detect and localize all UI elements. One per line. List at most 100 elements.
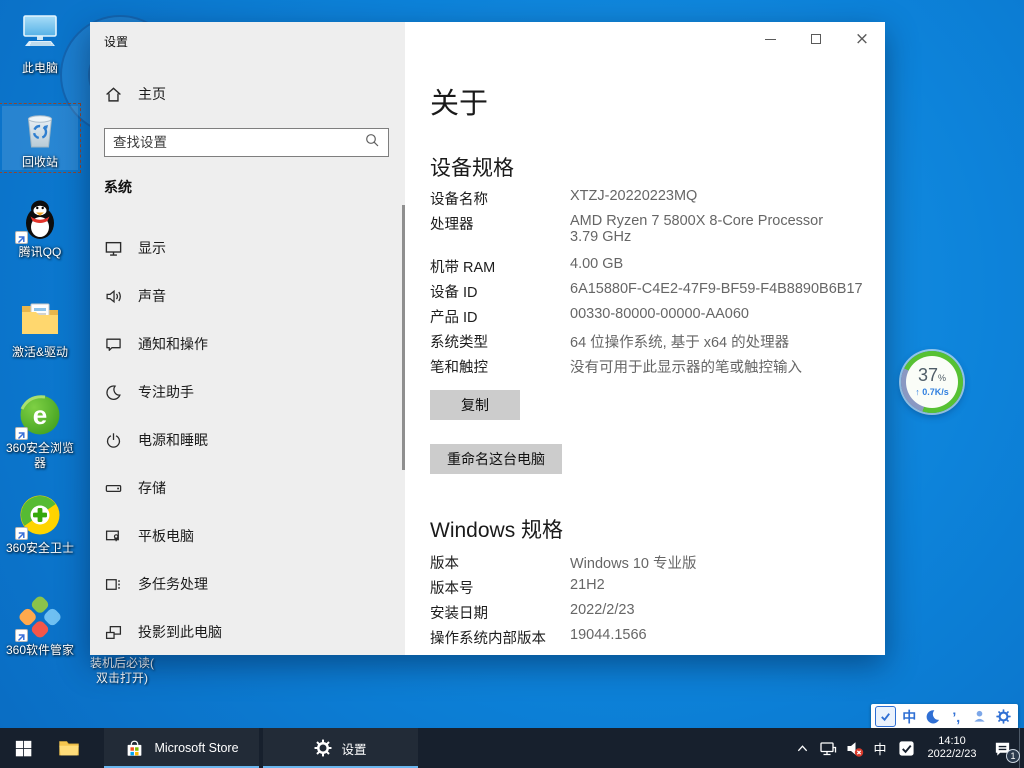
taskbar-store-label: Microsoft Store [154,741,238,755]
desktop-icon-360-browser[interactable]: e 360安全浏览器 [2,392,78,471]
folder-icon [17,296,63,342]
sidebar-item-label: 专注助手 [138,382,194,402]
sidebar-item-multitasking[interactable]: 多任务处理 [90,560,402,608]
taskbar: Microsoft Store 设置 [0,728,1024,768]
spec-label: 处理器 [430,213,570,245]
this-pc-icon [17,12,63,58]
sidebar-item-label: 显示 [138,238,166,258]
sidebar-item-power-sleep[interactable]: 电源和睡眠 [90,416,402,464]
ime-chinese-mode[interactable]: 中 [899,706,920,727]
spec-label: 版本 [430,552,570,573]
action-center-button[interactable]: 1 [985,728,1019,768]
windows-logo-icon [15,740,32,757]
minimize-button[interactable] [747,22,793,56]
spec-value: 19044.1566 [570,627,647,648]
settings-gear-icon [314,739,332,757]
sidebar-item-storage[interactable]: 存储 [90,464,402,512]
tray-volume-muted-icon[interactable] [841,728,867,768]
taskbar-settings-button[interactable]: 设置 [263,728,418,768]
ime-moon-icon[interactable] [922,706,943,727]
search-box[interactable] [104,128,389,157]
spec-label: 产品 ID [430,306,570,327]
maximize-button[interactable] [793,22,839,56]
search-input[interactable] [105,135,365,150]
close-button[interactable]: × [839,22,885,56]
spec-value: Windows 10 专业版 [570,552,697,573]
start-button[interactable] [0,728,46,768]
spec-value: 00330-80000-00000-AA060 [570,306,749,327]
desktop-icon-label: 360软件管家 [2,643,78,658]
maximize-icon [811,34,821,44]
desktop-icon-this-pc[interactable]: 此电脑 [2,12,78,76]
sidebar-item-home[interactable]: 主页 [104,84,166,104]
ime-settings-gear-icon[interactable] [993,706,1014,727]
desktop-icon-label: 激活&驱动 [2,345,78,360]
show-desktop-button[interactable] [1019,728,1024,768]
tray-chevron-up-icon[interactable] [789,728,815,768]
spec-value: 6A15880F-C4E2-47F9-BF59-F4B8890B6B17 [570,281,863,302]
storage-icon [104,479,122,497]
spec-label: 操作系统内部版本 [430,627,570,648]
notification-badge: 1 [1006,749,1020,763]
tray-ime-mode[interactable]: 中 [867,728,893,768]
spec-label: 笔和触控 [430,356,570,377]
window-controls: × [747,22,885,56]
taskbar-settings-label: 设置 [341,739,366,758]
ime-person-icon[interactable] [969,706,990,727]
sidebar-item-project[interactable]: 投影到此电脑 [90,608,402,655]
tray-network-icon[interactable] [815,728,841,768]
clock-date: 2022/2/23 [919,748,985,761]
sidebar-item-sound[interactable]: 声音 [90,272,402,320]
ime-status-icon[interactable] [875,706,896,727]
device-spec-heading: 设备规格 [430,152,514,182]
moon-icon [104,383,122,401]
spec-row: 系统类型 64 位操作系统, 基于 x64 的处理器 [430,331,870,352]
desktop-icon-label: 360安全浏览器 [3,441,77,471]
desktop-icon-360-safe[interactable]: 360安全卫士 [2,492,78,556]
desktop-icon-recycle-bin[interactable]: 回收站 [2,106,78,170]
spec-label: 版本号 [430,577,570,598]
rename-pc-button[interactable]: 重命名这台电脑 [430,444,562,474]
spec-label: 系统类型 [430,331,570,352]
taskbar-microsoft-store-button[interactable]: Microsoft Store [104,728,259,768]
desktop-icon-activate-driver[interactable]: 激活&驱动 [2,296,78,360]
multitasking-icon [104,575,122,593]
desktop-icon-readme-label[interactable]: 装机后必读( 双击打开) [84,656,160,686]
spec-label: 设备 ID [430,281,570,302]
ime-punctuation-icon[interactable]: ’, [946,706,967,727]
network-speed: ↑ 0.7K/s [915,387,949,398]
spec-row: 操作系统内部版本 19044.1566 [430,627,870,648]
file-explorer-button[interactable] [46,728,92,768]
sidebar-item-display[interactable]: 显示 [90,224,402,272]
desktop: 此电脑 回收站 [0,0,1024,768]
spec-row: 产品 ID 00330-80000-00000-AA060 [430,306,870,327]
shortcut-arrow-icon [15,527,28,540]
desktop-icon-label: 360安全卫士 [2,541,78,556]
spec-label: 体验 [430,652,570,655]
desktop-icon-360-manager[interactable]: 360软件管家 [2,594,78,658]
spec-row: 设备名称 XTZJ-20220223MQ [430,188,870,209]
taskbar-clock[interactable]: 14:10 2022/2/23 [919,735,985,761]
settings-main-panel: 关于 设备规格 设备名称 XTZJ-20220223MQ 处理器 AMD Ryz… [405,22,885,655]
ime-toolbar: 中 ’, [871,704,1018,729]
spec-value: 64 位操作系统, 基于 x64 的处理器 [570,331,789,352]
360-speed-ball[interactable]: 37% ↑ 0.7K/s [901,351,963,413]
sidebar-item-notifications[interactable]: 通知和操作 [90,320,402,368]
360-safe-icon [17,492,63,538]
tray-ime-status-icon[interactable] [893,728,919,768]
file-explorer-icon [57,736,81,760]
desktop-icon-qq[interactable]: 腾讯QQ [2,196,78,260]
desktop-icon-label: 回收站 [2,155,78,170]
sidebar-item-label: 通知和操作 [138,334,208,354]
sidebar-item-label: 投影到此电脑 [138,622,222,642]
sidebar-item-label: 存储 [138,478,166,498]
project-to-pc-icon [104,623,122,641]
copy-button[interactable]: 复制 [430,390,520,420]
search-icon[interactable] [365,133,379,152]
sidebar-item-label: 电源和睡眠 [138,430,208,450]
sidebar-home-label: 主页 [138,84,166,104]
microsoft-store-icon [124,738,145,759]
sidebar-item-tablet[interactable]: 平板电脑 [90,512,402,560]
sidebar-item-focus-assist[interactable]: 专注助手 [90,368,402,416]
spec-row: 处理器 AMD Ryzen 7 5800X 8-Core Processor 3… [430,213,870,245]
